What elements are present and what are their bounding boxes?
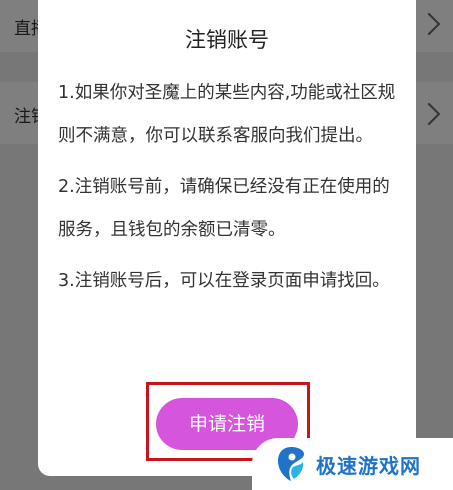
notice-paragraph: 1.如果你对圣魔上的某些内容,功能或社区规则不满意，你可以联系客服向我们提出。 <box>58 83 396 146</box>
dialog-title: 注销账号 <box>185 28 269 52</box>
notice-paragraph: 2.注销账号前，请确保已经没有正在使用的服务，且钱包的余额已清零。 <box>58 177 390 240</box>
watermark-text: 极速游戏网 <box>316 454 421 478</box>
watermark-logo-icon <box>278 447 304 481</box>
notice-paragraph: 3.注销账号后，可以在登录页面申请找回。 <box>58 271 390 291</box>
dialog-body: 1.如果你对圣魔上的某些内容,功能或社区规则不满意，你可以联系客服向我们提出。 … <box>58 72 403 311</box>
watermark: 极速游戏网 <box>252 438 453 490</box>
